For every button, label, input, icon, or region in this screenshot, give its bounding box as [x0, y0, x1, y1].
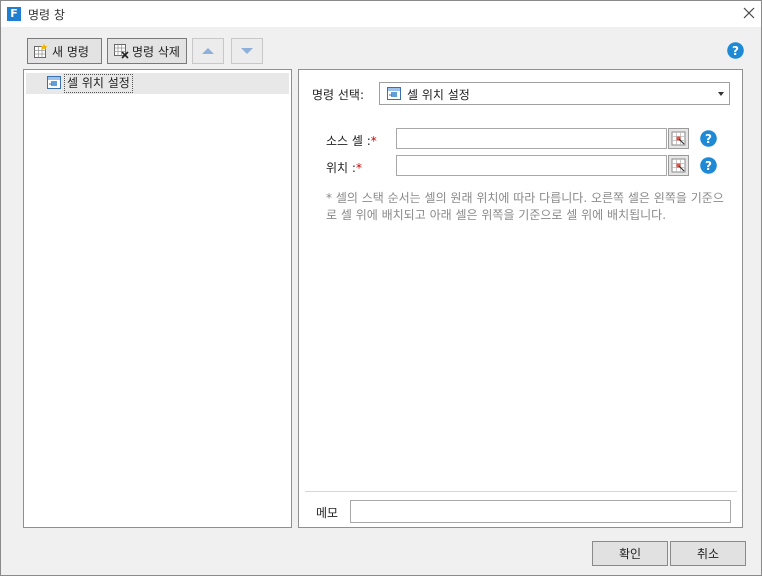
new-command-icon: [33, 43, 49, 59]
source-cell-help-icon[interactable]: ?: [700, 130, 717, 150]
command-select[interactable]: 셀 위치 설정: [379, 82, 730, 105]
position-picker-button[interactable]: [668, 155, 689, 176]
set-cell-position-icon: [387, 87, 401, 100]
set-cell-position-icon: [47, 76, 61, 89]
new-command-label: 새 명령: [52, 44, 89, 59]
required-mark: *: [355, 161, 362, 175]
delete-command-button[interactable]: 명령 삭제: [107, 38, 187, 64]
command-select-label: 명령 선택:: [312, 88, 365, 102]
command-window: F 명령 창 새 명령 명령 삭제 ? 셀 위치 설정 명령 선택: 셀 위치 …: [0, 0, 762, 576]
source-cell-picker-button[interactable]: [668, 128, 689, 149]
position-input[interactable]: [396, 155, 667, 176]
new-command-button[interactable]: 새 명령: [27, 38, 102, 64]
svg-text:?: ?: [732, 44, 739, 58]
cancel-button[interactable]: 취소: [670, 541, 746, 566]
arrow-up-icon: [202, 48, 214, 54]
tree-item[interactable]: 셀 위치 설정: [26, 73, 289, 94]
memo-label: 메모: [316, 506, 339, 520]
source-cell-label: 소스 셀 :*: [326, 134, 377, 148]
move-up-button[interactable]: [192, 38, 224, 64]
ok-button[interactable]: 확인: [592, 541, 668, 566]
cell-picker-icon: [671, 158, 686, 173]
svg-text:?: ?: [705, 159, 712, 173]
cell-picker-icon: [671, 131, 686, 146]
required-mark: *: [370, 134, 377, 148]
command-select-value: 셀 위치 설정: [407, 88, 470, 102]
tree-item-label: 셀 위치 설정: [64, 74, 133, 93]
position-label: 위치 :*: [326, 161, 362, 175]
svg-text:?: ?: [705, 132, 712, 146]
delete-command-label: 명령 삭제: [132, 44, 180, 59]
divider: [305, 491, 737, 492]
close-icon[interactable]: [741, 5, 757, 21]
command-tree: 셀 위치 설정: [23, 69, 292, 528]
command-properties: 명령 선택: 셀 위치 설정 소스 셀 :* ? 위치:* ? * 셀의 스택…: [298, 69, 743, 528]
move-down-button[interactable]: [231, 38, 263, 64]
chevron-down-icon: [718, 92, 724, 96]
memo-input[interactable]: [350, 500, 731, 523]
app-icon: F: [7, 7, 21, 21]
arrow-down-icon: [241, 48, 253, 54]
delete-command-icon: [113, 43, 129, 59]
help-icon[interactable]: ?: [727, 42, 744, 62]
position-help-icon[interactable]: ?: [700, 157, 717, 177]
window-title: 명령 창: [28, 8, 65, 22]
source-cell-input[interactable]: [396, 128, 667, 149]
stack-order-note: * 셀의 스택 순서는 셀의 원래 위치에 따라 다릅니다. 오른쪽 셀은 왼쪽…: [326, 191, 724, 222]
title-bar: F 명령 창: [1, 1, 761, 27]
